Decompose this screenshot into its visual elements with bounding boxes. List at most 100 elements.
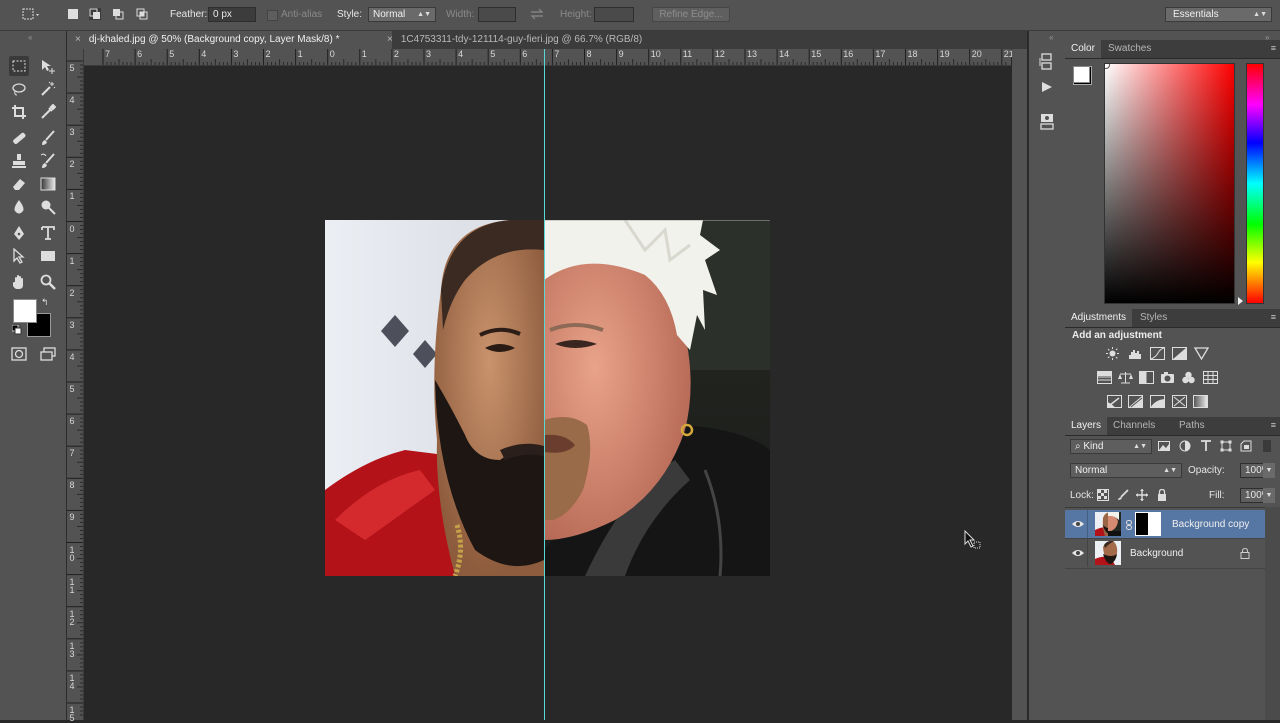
threshold-icon[interactable] xyxy=(1150,395,1165,408)
eraser-tool-icon[interactable] xyxy=(9,174,29,194)
panel-foreground-swatch[interactable] xyxy=(1073,66,1090,83)
color-lookup-icon[interactable] xyxy=(1203,371,1218,384)
panel-menu-icon[interactable]: ≡ xyxy=(1271,312,1276,322)
rectangle-tool-icon[interactable] xyxy=(38,246,58,266)
color-spectrum-field[interactable] xyxy=(1104,63,1235,304)
magic-wand-tool-icon[interactable] xyxy=(38,79,58,99)
tab-adjustments[interactable]: Adjustments xyxy=(1065,309,1133,327)
filter-pixel-icon[interactable] xyxy=(1158,440,1170,455)
actions-play-icon[interactable] xyxy=(1041,81,1053,96)
layers-scrollbar[interactable] xyxy=(1265,507,1280,720)
tab-swatches[interactable]: Swatches xyxy=(1102,40,1157,58)
vertical-scrollbar[interactable] xyxy=(1012,49,1027,720)
healing-brush-tool-icon[interactable] xyxy=(9,128,29,148)
filter-smart-object-icon[interactable] xyxy=(1240,440,1252,455)
pen-tool-icon[interactable] xyxy=(9,223,29,243)
tab-color[interactable]: Color xyxy=(1065,40,1101,58)
visibility-eye-icon[interactable] xyxy=(1072,548,1084,558)
history-panel-icon[interactable] xyxy=(1039,53,1055,74)
lock-transparent-pixels-icon[interactable] xyxy=(1097,489,1109,504)
mask-link-chain-icon[interactable] xyxy=(1126,520,1132,533)
properties-panel-icon[interactable] xyxy=(1039,113,1055,134)
lock-all-icon[interactable] xyxy=(1157,488,1167,504)
dodge-tool-icon[interactable] xyxy=(38,197,58,217)
intersect-selection-icon[interactable] xyxy=(136,8,148,20)
color-balance-icon[interactable] xyxy=(1118,371,1133,384)
tab-styles[interactable]: Styles xyxy=(1134,309,1173,327)
filter-type-icon[interactable] xyxy=(1200,440,1212,455)
filter-shape-icon[interactable] xyxy=(1220,440,1232,455)
brush-tool-icon[interactable] xyxy=(38,128,58,148)
channel-mixer-icon[interactable] xyxy=(1181,371,1196,384)
collapse-dock-icon[interactable]: « xyxy=(1049,33,1053,42)
blend-mode-select[interactable]: Normal ▲▼ xyxy=(1070,463,1182,478)
path-selection-tool-icon[interactable] xyxy=(9,246,29,266)
close-icon[interactable]: × xyxy=(387,34,393,45)
tab-layers[interactable]: Layers xyxy=(1065,417,1108,435)
subtract-from-selection-icon[interactable] xyxy=(112,8,124,20)
swap-dimensions-icon[interactable] xyxy=(530,8,544,20)
black-white-icon[interactable] xyxy=(1139,371,1154,384)
layer-row-background[interactable]: Background xyxy=(1065,539,1265,567)
gradient-tool-icon[interactable] xyxy=(38,174,58,194)
document-image[interactable] xyxy=(325,220,770,576)
photo-filter-icon[interactable] xyxy=(1160,371,1175,384)
collapse-toolbox-icon[interactable]: « xyxy=(28,33,32,42)
history-brush-tool-icon[interactable] xyxy=(38,151,58,171)
filter-toggle[interactable] xyxy=(1263,440,1271,452)
layer-mask-thumbnail[interactable] xyxy=(1135,512,1161,536)
lock-position-icon[interactable] xyxy=(1136,489,1148,504)
workspace-select[interactable]: Essentials ▲▼ xyxy=(1165,7,1272,22)
default-colors-icon[interactable] xyxy=(11,324,22,338)
screen-mode-icon[interactable] xyxy=(38,344,58,364)
layer-filter-kind-select[interactable]: ⌕ Kind ▲▼ xyxy=(1070,439,1152,454)
refine-edge-button[interactable]: Refine Edge... xyxy=(652,7,730,22)
curves-icon[interactable] xyxy=(1150,347,1165,360)
tab-guy-fieri[interactable]: × 1C4753311-tdy-121114-guy-fieri.jpg @ 66… xyxy=(379,31,727,49)
tab-dj-khaled[interactable]: × dj-khaled.jpg @ 50% (Background copy, L… xyxy=(67,31,392,49)
zoom-tool-icon[interactable] xyxy=(38,272,58,292)
feather-input[interactable]: 0 px xyxy=(208,7,256,22)
close-icon[interactable]: × xyxy=(75,34,81,45)
invert-icon[interactable] xyxy=(1107,395,1122,408)
clone-stamp-tool-icon[interactable] xyxy=(9,151,29,171)
hue-slider[interactable] xyxy=(1246,63,1264,304)
marquee-tool-preset-icon[interactable] xyxy=(22,8,39,20)
vertical-ruler[interactable]: 543210123456789101112131415 xyxy=(67,49,84,723)
layer-name[interactable]: Background xyxy=(1130,548,1183,559)
width-input[interactable] xyxy=(478,7,516,22)
eyedropper-tool-icon[interactable] xyxy=(38,102,58,122)
anti-alias-checkbox[interactable] xyxy=(267,10,278,21)
panel-menu-icon[interactable]: ≡ xyxy=(1271,420,1276,430)
posterize-icon[interactable] xyxy=(1128,395,1143,408)
tab-channels[interactable]: Channels xyxy=(1107,417,1161,435)
canvas-area[interactable] xyxy=(84,49,1011,720)
swap-colors-icon[interactable]: ↰ xyxy=(41,297,49,308)
hue-saturation-icon[interactable] xyxy=(1097,371,1112,384)
foreground-color-swatch-front[interactable] xyxy=(13,299,37,323)
type-tool-icon[interactable] xyxy=(38,223,58,243)
style-select[interactable]: Normal ▲▼ xyxy=(368,7,436,22)
horizontal-ruler[interactable]: 7 6 5 4 3 2 1 0 1 2 3 4 5 6 7 8 9 10 11 12 13 14 15 16 17 18 19 20 2… xyxy=(83,49,1014,66)
lock-image-pixels-icon[interactable] xyxy=(1117,489,1129,504)
visibility-eye-icon[interactable] xyxy=(1072,519,1084,529)
new-selection-icon[interactable] xyxy=(67,8,79,20)
height-input[interactable] xyxy=(594,7,634,22)
crop-tool-icon[interactable] xyxy=(9,102,29,122)
filter-adjustment-icon[interactable] xyxy=(1179,440,1191,455)
opacity-slider-toggle[interactable]: ▼ xyxy=(1263,463,1275,478)
quick-mask-icon[interactable] xyxy=(9,344,29,364)
layer-thumbnail[interactable] xyxy=(1095,512,1121,536)
move-tool-icon[interactable] xyxy=(38,56,58,76)
layer-row-background-copy[interactable]: Background copy xyxy=(1065,510,1265,538)
rectangular-marquee-tool-icon[interactable] xyxy=(9,56,29,76)
exposure-icon[interactable] xyxy=(1172,347,1187,360)
hand-tool-icon[interactable] xyxy=(9,272,29,292)
blur-tool-icon[interactable] xyxy=(9,197,29,217)
hue-slider-handle[interactable] xyxy=(1238,297,1243,305)
layer-name[interactable]: Background copy xyxy=(1172,519,1249,530)
add-to-selection-icon[interactable] xyxy=(89,8,101,20)
gradient-map-icon[interactable] xyxy=(1193,395,1208,408)
tab-paths[interactable]: Paths xyxy=(1173,417,1211,435)
vertical-guide[interactable] xyxy=(544,49,545,720)
